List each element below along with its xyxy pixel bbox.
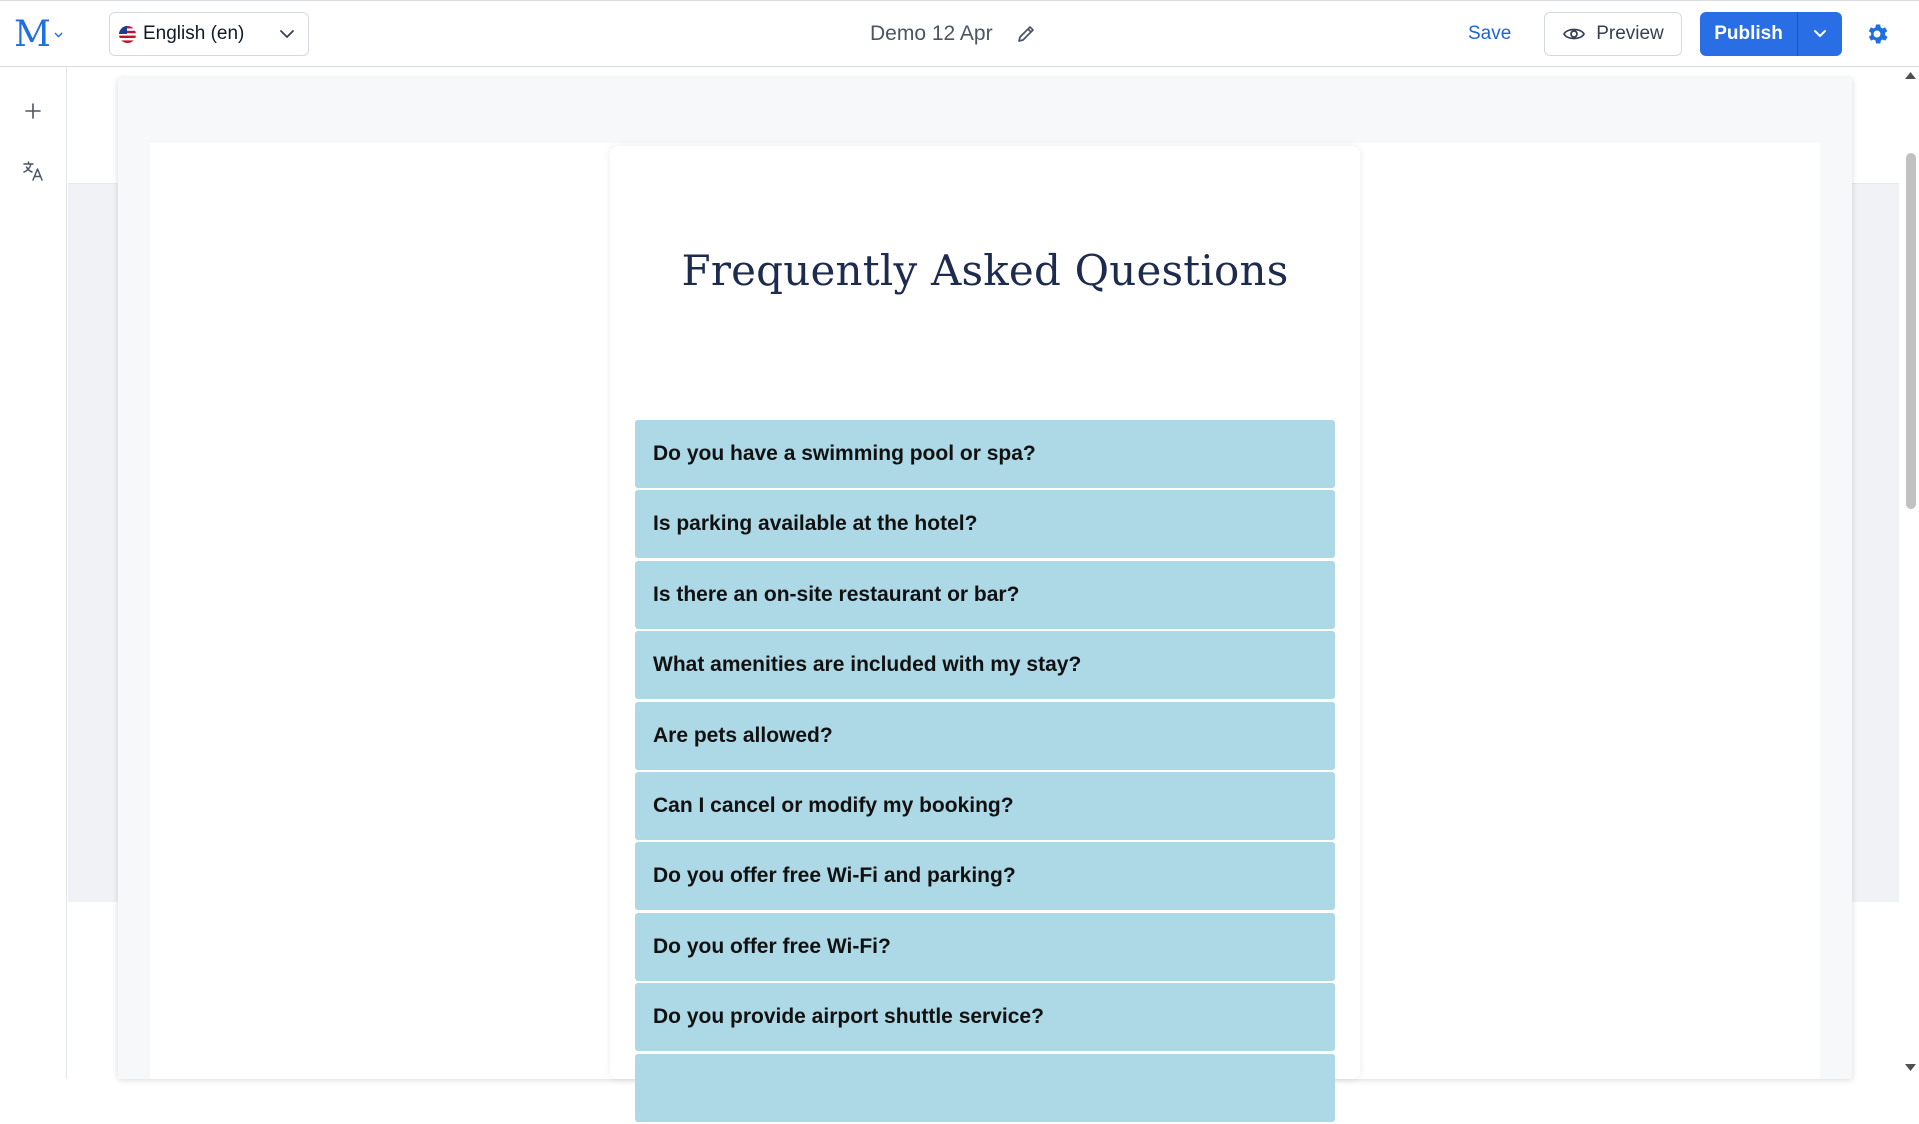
top-toolbar: M English (en) Demo 12 Apr Save Preview … [0,0,1919,67]
faq-item[interactable]: What amenities are included with my stay… [635,631,1335,700]
faq-title: Frequently Asked Questions [681,246,1289,295]
translate-button[interactable] [17,155,49,187]
document-title: Demo 12 Apr [870,22,993,45]
pencil-icon[interactable] [1015,23,1037,45]
chevron-down-icon [1814,30,1826,38]
eye-icon [1563,28,1586,40]
us-flag-icon [119,25,136,43]
publish-button[interactable]: Publish [1700,12,1798,56]
chevron-down-icon [280,30,294,39]
faq-item[interactable]: Do you offer free Wi-Fi? [635,912,1335,981]
faq-item[interactable]: Is parking available at the hotel? [635,490,1335,559]
faq-item[interactable]: Do you offer free Wi-Fi and parking? [635,842,1335,911]
language-select[interactable]: English (en) [109,12,309,56]
scroll-down-arrow-icon[interactable] [1905,1063,1916,1072]
language-label: English (en) [143,23,245,44]
document-title-area: Demo 12 Apr [870,19,1037,49]
app-logo-menu[interactable]: M [14,15,64,55]
faq-item[interactable] [635,1053,1335,1122]
faq-item[interactable]: Can I cancel or modify my booking? [635,771,1335,840]
left-sidebar [0,67,67,1079]
faq-section[interactable]: Frequently Asked Questions Do you have a… [610,146,1360,1122]
gear-icon[interactable] [1864,21,1890,47]
faq-item[interactable]: Do you have a swimming pool or spa? [635,420,1335,488]
faq-item[interactable]: Are pets allowed? [635,701,1335,770]
app-logo: M [14,14,51,55]
scroll-up-arrow-icon[interactable] [1905,71,1916,80]
save-button[interactable]: Save [1468,19,1511,49]
publish-options-button[interactable] [1798,12,1842,56]
preview-button[interactable]: Preview [1544,12,1682,56]
scrollbar-thumb[interactable] [1906,153,1916,509]
add-block-button[interactable] [17,95,49,127]
faq-list: Do you have a swimming pool or spa? Is p… [635,420,1335,1124]
faq-item[interactable]: Do you provide airport shuttle service? [635,983,1335,1052]
faq-item[interactable]: Is there an on-site restaurant or bar? [635,560,1335,629]
preview-label: Preview [1596,23,1664,44]
vertical-scrollbar[interactable] [1902,67,1919,1079]
chevron-down-icon [54,32,63,38]
publish-split-button: Publish [1700,12,1842,56]
translate-icon [23,161,43,181]
plus-icon [25,103,41,119]
